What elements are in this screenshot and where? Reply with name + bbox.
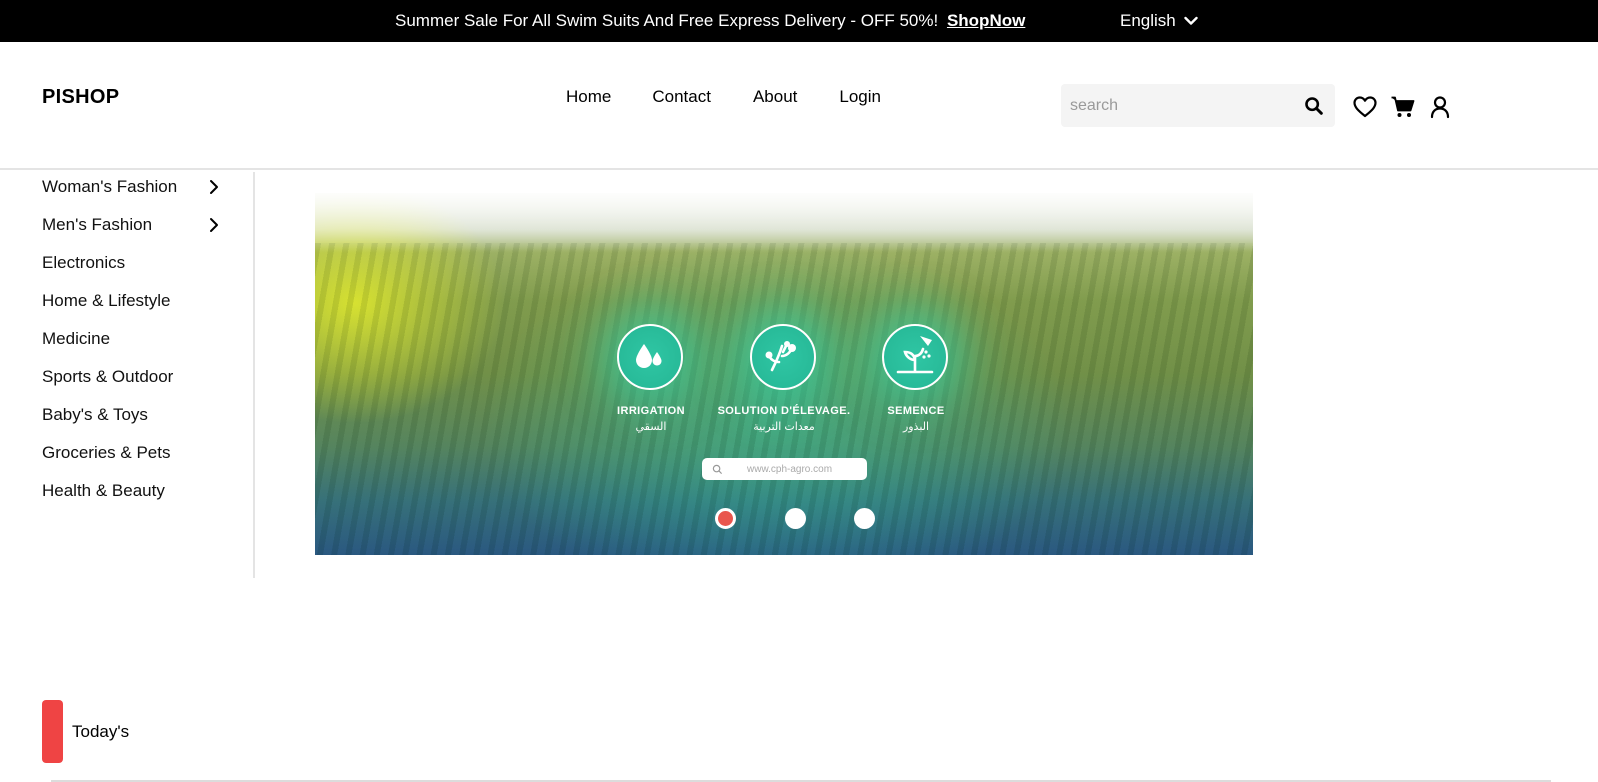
- nav-about[interactable]: About: [753, 87, 797, 107]
- sidebar-item-label: Woman's Fashion: [42, 177, 178, 196]
- section-accent-bar: [42, 700, 63, 763]
- search-icon: [712, 464, 723, 474]
- main-nav: Home Contact About Login: [566, 87, 881, 107]
- main-header: PISHOP Home Contact About Login: [0, 42, 1598, 170]
- feature-subtitle-semence: البذور: [902, 421, 930, 433]
- sidebar-item-label: Medicine: [42, 329, 111, 348]
- banner-sky: [315, 193, 1253, 253]
- nav-home[interactable]: Home: [566, 87, 611, 107]
- search-input[interactable]: [1070, 95, 1290, 117]
- sidebar-item-electronics[interactable]: Electronics: [42, 253, 222, 273]
- language-select[interactable]: English: [1120, 11, 1198, 31]
- category-sidebar: Woman's Fashion Men's Fashion Electronic…: [0, 172, 255, 578]
- sidebar-item-label: Health & Beauty: [42, 481, 165, 500]
- chevron-right-icon: [210, 180, 218, 194]
- sidebar-item-womans-fashion[interactable]: Woman's Fashion: [42, 177, 222, 197]
- hero-carousel[interactable]: IRRIGATION السقي SOLUTION D'ÉLEVAGE. معد…: [315, 193, 1253, 555]
- chevron-right-icon: [210, 218, 218, 232]
- feature-title-semence: SEMENCE: [887, 405, 945, 417]
- chevron-down-icon: [1184, 16, 1198, 25]
- shop-now-link[interactable]: ShopNow: [947, 11, 1025, 30]
- sidebar-item-label: Men's Fashion: [42, 215, 153, 234]
- carousel-dot-2[interactable]: [785, 508, 806, 529]
- cart-icon[interactable]: [1390, 94, 1416, 120]
- section-label: Today's: [72, 721, 130, 741]
- logo[interactable]: PISHOP: [42, 86, 119, 109]
- language-label: English: [1120, 11, 1176, 30]
- search-icon[interactable]: [1303, 95, 1325, 117]
- banner-field-texture: [315, 243, 1253, 555]
- carousel-dot-1[interactable]: [715, 508, 736, 529]
- sidebar-item-label: Baby's & Toys: [42, 405, 148, 424]
- nav-login[interactable]: Login: [839, 87, 881, 107]
- sidebar-item-label: Home & Lifestyle: [42, 291, 171, 310]
- sidebar-item-label: Groceries & Pets: [42, 443, 171, 462]
- water-drops-icon: [617, 324, 683, 390]
- promo-topbar: Summer Sale For All Swim Suits And Free …: [0, 0, 1598, 42]
- sidebar-item-label: Electronics: [42, 253, 126, 272]
- banner-url-text: www.cph-agro.com: [747, 463, 833, 475]
- livestock-icon: [750, 324, 816, 390]
- promo-text: Summer Sale For All Swim Suits And Free …: [395, 11, 939, 30]
- sidebar-item-groceries-pets[interactable]: Groceries & Pets: [42, 443, 222, 463]
- todays-section-header: Today's: [42, 700, 129, 763]
- seed-icon: [882, 324, 948, 390]
- sidebar-item-label: Sports & Outdoor: [42, 367, 174, 386]
- sidebar-item-medicine[interactable]: Medicine: [42, 329, 222, 349]
- sidebar-item-home-lifestyle[interactable]: Home & Lifestyle: [42, 291, 222, 311]
- banner-url-bar: www.cph-agro.com: [702, 458, 867, 480]
- sidebar-item-mens-fashion[interactable]: Men's Fashion: [42, 215, 222, 235]
- nav-contact[interactable]: Contact: [652, 87, 711, 107]
- sidebar-item-health-beauty[interactable]: Health & Beauty: [42, 481, 222, 501]
- sidebar-item-sports-outdoor[interactable]: Sports & Outdoor: [42, 367, 222, 387]
- promo-banner: Summer Sale For All Swim Suits And Free …: [395, 11, 1025, 31]
- user-icon[interactable]: [1427, 94, 1453, 120]
- search-box: [1061, 84, 1335, 127]
- heart-icon[interactable]: [1352, 94, 1378, 120]
- sidebar-item-babys-toys[interactable]: Baby's & Toys: [42, 405, 222, 425]
- carousel-dot-3[interactable]: [854, 508, 875, 529]
